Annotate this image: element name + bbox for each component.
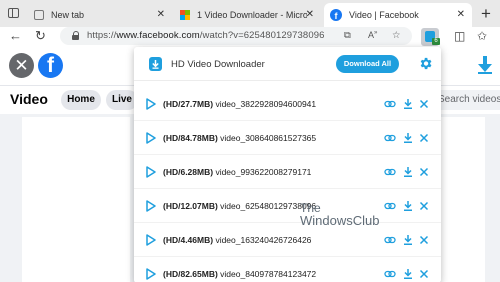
video-quality: (HD/82.65MB) (163, 269, 218, 279)
facebook-icon: f (330, 9, 342, 21)
video-name: video_308640861527365 (220, 133, 317, 143)
video-name: video_3822928094600941 (215, 99, 317, 109)
video-quality: (HD/12.07MB) (163, 201, 218, 211)
list-item[interactable]: (HD/82.65MB) video_840978784123472 (134, 257, 441, 282)
back-icon[interactable]: ← (9, 28, 22, 43)
extension-download-icon[interactable]: 6 (421, 28, 440, 46)
open-in-app-icon[interactable]: ⧉ (344, 30, 351, 41)
link-icon[interactable] (384, 268, 396, 280)
watermark: The WindowsClub (300, 201, 380, 228)
refresh-icon[interactable]: ↻ (35, 28, 46, 44)
download-icon[interactable] (402, 132, 414, 144)
list-item[interactable]: (HD/27.7MB) video_3822928094600941 (134, 87, 441, 121)
video-name: video_840978784123472 (220, 269, 317, 279)
delete-icon[interactable] (418, 268, 430, 280)
video-quality: (HD/4.46MB) (163, 235, 214, 245)
close-tab-icon[interactable]: ✕ (457, 9, 465, 20)
download-all-button[interactable]: Download All (336, 55, 399, 73)
link-icon[interactable] (384, 98, 396, 110)
sidebar-icon[interactable] (8, 8, 19, 18)
video-card[interactable] (22, 117, 130, 282)
video-downloader-popup: HD Video Downloader Download All (HD/27.… (134, 47, 441, 282)
tab-title: New tab (51, 10, 85, 20)
video-name: video_993622008279171 (215, 167, 312, 177)
play-icon[interactable] (146, 200, 156, 212)
play-icon[interactable] (146, 234, 156, 246)
tab-home[interactable]: Home (61, 90, 101, 110)
list-item[interactable]: (HD/6.28MB) video_993622008279171 (134, 155, 441, 189)
download-icon[interactable] (402, 98, 414, 110)
delete-icon[interactable] (418, 234, 430, 246)
link-icon[interactable] (384, 200, 396, 212)
download-icon[interactable] (402, 268, 414, 280)
play-icon[interactable] (146, 166, 156, 178)
split-screen-icon[interactable]: ◫ (454, 29, 465, 43)
microsoft-logo-icon (180, 10, 190, 20)
delete-icon[interactable] (418, 132, 430, 144)
favorites-icon[interactable]: ✩ (477, 29, 487, 43)
video-quality: (HD/84.78MB) (163, 133, 218, 143)
extension-badge: 6 (432, 38, 440, 45)
gear-icon[interactable] (418, 56, 433, 71)
play-icon[interactable] (146, 98, 156, 110)
new-tab-button[interactable]: + (481, 4, 491, 24)
download-icon[interactable] (402, 200, 414, 212)
list-item[interactable]: (HD/12.07MB) video_625480129738096 (134, 189, 441, 223)
link-icon[interactable] (384, 166, 396, 178)
close-icon[interactable]: ✕ (9, 53, 34, 78)
video-quality: (HD/6.28MB) (163, 167, 214, 177)
download-arrow-icon[interactable] (478, 56, 492, 74)
link-icon[interactable] (384, 234, 396, 246)
video-name: video_163240426726426 (215, 235, 312, 245)
video-quality: (HD/27.7MB) (163, 99, 214, 109)
facebook-logo[interactable]: f (38, 53, 63, 78)
close-tab-icon[interactable]: ✕ (157, 9, 165, 20)
navigation-bar: ← ↻ https://www.facebook.com/watch?v=625… (0, 27, 500, 46)
delete-icon[interactable] (418, 98, 430, 110)
popup-header: HD Video Downloader Download All (134, 47, 441, 81)
lock-icon[interactable] (72, 31, 79, 40)
read-aloud-icon[interactable]: A» (368, 30, 377, 40)
list-item[interactable]: (HD/4.46MB) video_163240426726426 (134, 223, 441, 257)
app-download-icon (149, 57, 162, 71)
play-icon[interactable] (146, 268, 156, 280)
delete-icon[interactable] (418, 166, 430, 178)
tab-title: 1 Video Downloader - Microsoft (197, 10, 307, 20)
page-title: Video (10, 91, 48, 107)
play-icon[interactable] (146, 132, 156, 144)
delete-icon[interactable] (418, 200, 430, 212)
tab-video-downloader[interactable]: 1 Video Downloader - Microsoft ✕ (176, 3, 321, 27)
tab-new-tab[interactable]: New tab ✕ (30, 3, 172, 27)
address-bar[interactable]: https://www.facebook.com/watch?v=6254801… (60, 27, 412, 45)
list-item[interactable]: (HD/84.78MB) video_308640861527365 (134, 121, 441, 155)
download-icon[interactable] (402, 234, 414, 246)
tab-facebook-video[interactable]: f Video | Facebook ✕ (324, 3, 472, 27)
tab-strip: New tab ✕ 1 Video Downloader - Microsoft… (0, 0, 500, 27)
link-icon[interactable] (384, 132, 396, 144)
tab-title: Video | Facebook (349, 10, 419, 20)
url-text[interactable]: https://www.facebook.com/watch?v=6254801… (87, 30, 324, 41)
video-card[interactable] (441, 117, 485, 282)
close-tab-icon[interactable]: ✕ (306, 9, 314, 20)
app-title: HD Video Downloader (171, 59, 265, 70)
download-icon[interactable] (402, 166, 414, 178)
favorite-star-icon[interactable]: ☆ (392, 30, 401, 41)
new-tab-icon (34, 10, 44, 20)
